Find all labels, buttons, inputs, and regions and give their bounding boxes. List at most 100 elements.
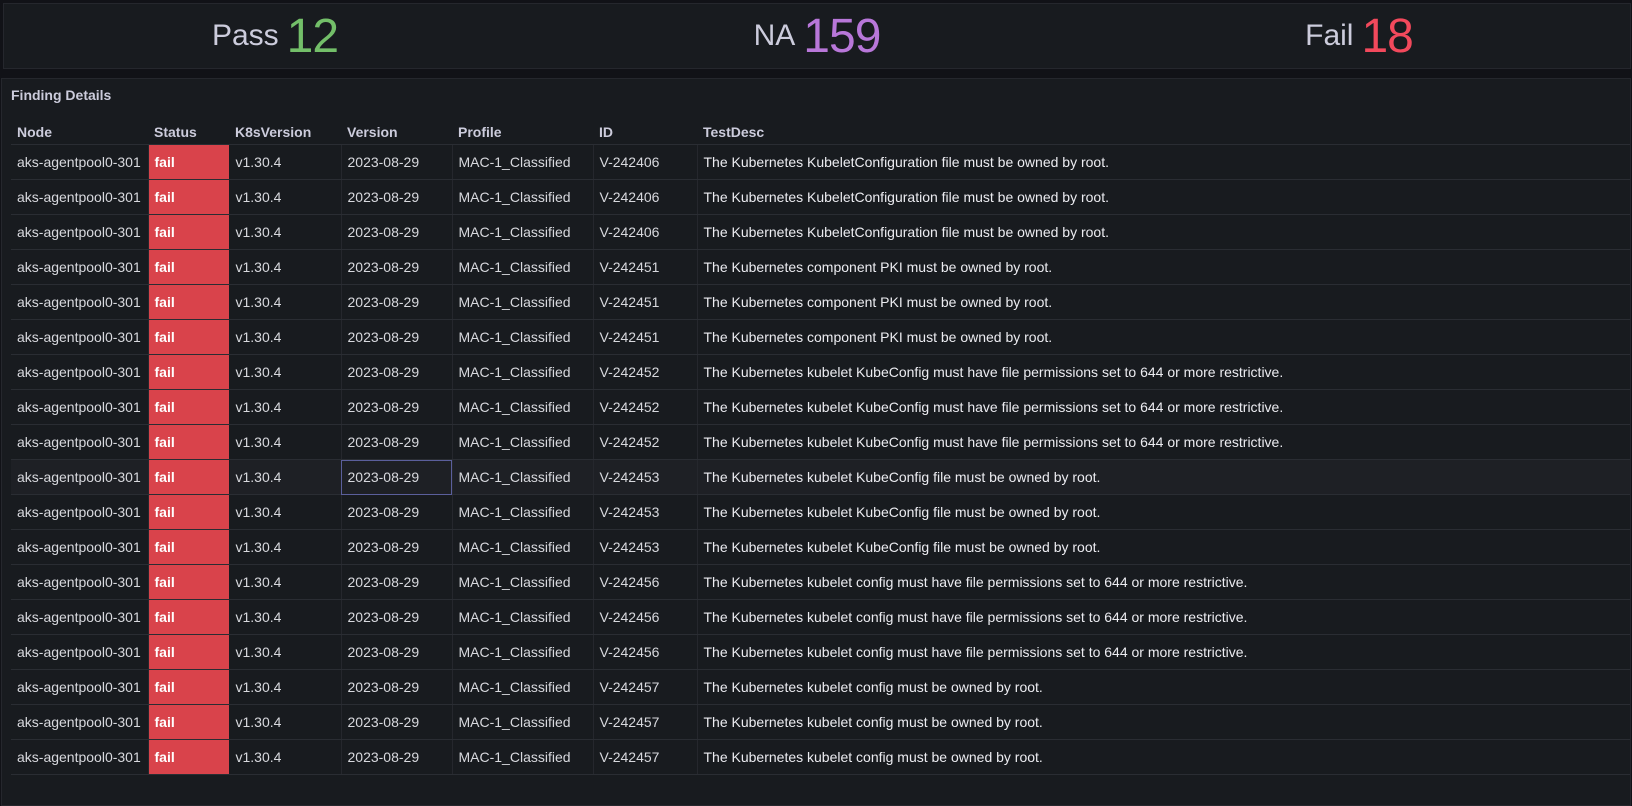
table-row[interactable]: aks-agentpool0-301 fail v1.30.4 2023-08-29 M…: [11, 599, 1630, 635]
cell-version[interactable]: 2023-08-29: [341, 564, 453, 600]
column-header-status[interactable]: Status: [148, 119, 229, 145]
cell-k8s-version[interactable]: v1.30.4: [229, 529, 342, 565]
cell-k8s-version[interactable]: v1.30.4: [229, 319, 342, 355]
cell-k8s-version[interactable]: v1.30.4: [229, 669, 342, 705]
cell-id[interactable]: V-242406: [593, 214, 698, 250]
cell-status[interactable]: fail: [148, 179, 230, 215]
table-row[interactable]: aks-agentpool0-301 fail v1.30.4 2023-08-29 M…: [11, 179, 1630, 215]
cell-version[interactable]: 2023-08-29: [341, 599, 453, 635]
cell-test-desc[interactable]: The Kubernetes kubelet config must be ow…: [697, 704, 1630, 740]
cell-test-desc[interactable]: The Kubernetes kubelet config must be ow…: [697, 669, 1630, 705]
cell-node[interactable]: aks-agentpool0-301: [11, 704, 149, 740]
cell-status[interactable]: fail: [148, 284, 230, 320]
cell-profile[interactable]: MAC-1_Classified: [452, 599, 594, 635]
cell-version[interactable]: 2023-08-29: [341, 704, 453, 740]
cell-profile[interactable]: MAC-1_Classified: [452, 634, 594, 670]
cell-status[interactable]: fail: [148, 424, 230, 460]
cell-version[interactable]: 2023-08-29: [341, 494, 453, 530]
cell-node[interactable]: aks-agentpool0-301: [11, 564, 149, 600]
cell-version[interactable]: 2023-08-29: [341, 319, 453, 355]
cell-version[interactable]: 2023-08-29: [341, 354, 453, 390]
cell-test-desc[interactable]: The Kubernetes kubelet config must have …: [697, 634, 1630, 670]
table-row[interactable]: aks-agentpool0-301 fail v1.30.4 2023-08-29 M…: [11, 494, 1630, 530]
cell-id[interactable]: V-242456: [593, 564, 698, 600]
table-row[interactable]: aks-agentpool0-301 fail v1.30.4 2023-08-29 M…: [11, 389, 1630, 425]
cell-node[interactable]: aks-agentpool0-301: [11, 319, 149, 355]
cell-id[interactable]: V-242406: [593, 144, 698, 180]
cell-node[interactable]: aks-agentpool0-301: [11, 354, 149, 390]
cell-version[interactable]: 2023-08-29: [341, 179, 453, 215]
cell-node[interactable]: aks-agentpool0-301: [11, 529, 149, 565]
cell-k8s-version[interactable]: v1.30.4: [229, 354, 342, 390]
cell-id[interactable]: V-242451: [593, 284, 698, 320]
table-row[interactable]: aks-agentpool0-301 fail v1.30.4 2023-08-29 M…: [11, 424, 1630, 460]
table-row[interactable]: aks-agentpool0-301 fail v1.30.4 2023-08-29 M…: [11, 284, 1630, 320]
cell-status[interactable]: fail: [148, 704, 230, 740]
cell-profile[interactable]: MAC-1_Classified: [452, 459, 594, 495]
column-header-test-desc[interactable]: TestDesc: [697, 119, 1630, 145]
cell-profile[interactable]: MAC-1_Classified: [452, 249, 594, 285]
cell-version[interactable]: 2023-08-29: [341, 424, 453, 460]
table-row[interactable]: aks-agentpool0-301 fail v1.30.4 2023-08-29 M…: [11, 354, 1630, 390]
cell-node[interactable]: aks-agentpool0-301: [11, 284, 149, 320]
cell-node[interactable]: aks-agentpool0-301: [11, 214, 149, 250]
stat-pass[interactable]: Pass 12: [4, 4, 546, 68]
cell-profile[interactable]: MAC-1_Classified: [452, 704, 594, 740]
cell-status[interactable]: fail: [148, 319, 230, 355]
cell-node[interactable]: aks-agentpool0-301: [11, 599, 149, 635]
cell-k8s-version[interactable]: v1.30.4: [229, 599, 342, 635]
cell-id[interactable]: V-242456: [593, 634, 698, 670]
cell-node[interactable]: aks-agentpool0-301: [11, 494, 149, 530]
cell-version[interactable]: 2023-08-29: [341, 144, 453, 180]
cell-k8s-version[interactable]: v1.30.4: [229, 704, 342, 740]
column-header-node[interactable]: Node: [11, 119, 148, 145]
cell-status[interactable]: fail: [148, 739, 230, 775]
cell-id[interactable]: V-242451: [593, 319, 698, 355]
cell-test-desc[interactable]: The Kubernetes kubelet config must have …: [697, 564, 1630, 600]
cell-test-desc[interactable]: The Kubernetes component PKI must be own…: [697, 319, 1630, 355]
cell-test-desc[interactable]: The Kubernetes component PKI must be own…: [697, 284, 1630, 320]
cell-status[interactable]: fail: [148, 529, 230, 565]
cell-k8s-version[interactable]: v1.30.4: [229, 214, 342, 250]
cell-id[interactable]: V-242453: [593, 459, 698, 495]
cell-status[interactable]: fail: [148, 144, 230, 180]
stat-fail[interactable]: Fail 18: [1088, 4, 1630, 68]
cell-id[interactable]: V-242457: [593, 704, 698, 740]
cell-test-desc[interactable]: The Kubernetes kubelet config must have …: [697, 599, 1630, 635]
cell-k8s-version[interactable]: v1.30.4: [229, 634, 342, 670]
cell-id[interactable]: V-242452: [593, 354, 698, 390]
cell-node[interactable]: aks-agentpool0-301: [11, 179, 149, 215]
cell-status[interactable]: fail: [148, 669, 230, 705]
cell-status[interactable]: fail: [148, 389, 230, 425]
cell-status[interactable]: fail: [148, 459, 230, 495]
cell-version[interactable]: 2023-08-29: [341, 214, 453, 250]
column-header-k8s-version[interactable]: K8sVersion: [229, 119, 341, 145]
cell-version[interactable]: 2023-08-29: [341, 669, 453, 705]
cell-version[interactable]: 2023-08-29: [341, 459, 453, 495]
column-header-profile[interactable]: Profile: [452, 119, 593, 145]
cell-k8s-version[interactable]: v1.30.4: [229, 424, 342, 460]
cell-test-desc[interactable]: The Kubernetes kubelet KubeConfig must h…: [697, 354, 1630, 390]
panel-title[interactable]: Finding Details: [11, 87, 111, 103]
cell-status[interactable]: fail: [148, 249, 230, 285]
cell-test-desc[interactable]: The Kubernetes kubelet KubeConfig must h…: [697, 424, 1630, 460]
cell-profile[interactable]: MAC-1_Classified: [452, 564, 594, 600]
cell-id[interactable]: V-242452: [593, 424, 698, 460]
table-row[interactable]: aks-agentpool0-301 fail v1.30.4 2023-08-29 M…: [11, 319, 1630, 355]
cell-profile[interactable]: MAC-1_Classified: [452, 389, 594, 425]
cell-test-desc[interactable]: The Kubernetes KubeletConfiguration file…: [697, 179, 1630, 215]
cell-node[interactable]: aks-agentpool0-301: [11, 144, 149, 180]
cell-id[interactable]: V-242451: [593, 249, 698, 285]
table-row[interactable]: aks-agentpool0-301 fail v1.30.4 2023-08-29 M…: [11, 459, 1630, 495]
cell-status[interactable]: fail: [148, 599, 230, 635]
cell-node[interactable]: aks-agentpool0-301: [11, 739, 149, 775]
cell-profile[interactable]: MAC-1_Classified: [452, 179, 594, 215]
cell-profile[interactable]: MAC-1_Classified: [452, 319, 594, 355]
cell-node[interactable]: aks-agentpool0-301: [11, 249, 149, 285]
table-row[interactable]: aks-agentpool0-301 fail v1.30.4 2023-08-29 M…: [11, 739, 1630, 775]
cell-profile[interactable]: MAC-1_Classified: [452, 424, 594, 460]
cell-k8s-version[interactable]: v1.30.4: [229, 249, 342, 285]
table-row[interactable]: aks-agentpool0-301 fail v1.30.4 2023-08-29 M…: [11, 144, 1630, 180]
cell-k8s-version[interactable]: v1.30.4: [229, 564, 342, 600]
table-row[interactable]: aks-agentpool0-301 fail v1.30.4 2023-08-29 M…: [11, 249, 1630, 285]
